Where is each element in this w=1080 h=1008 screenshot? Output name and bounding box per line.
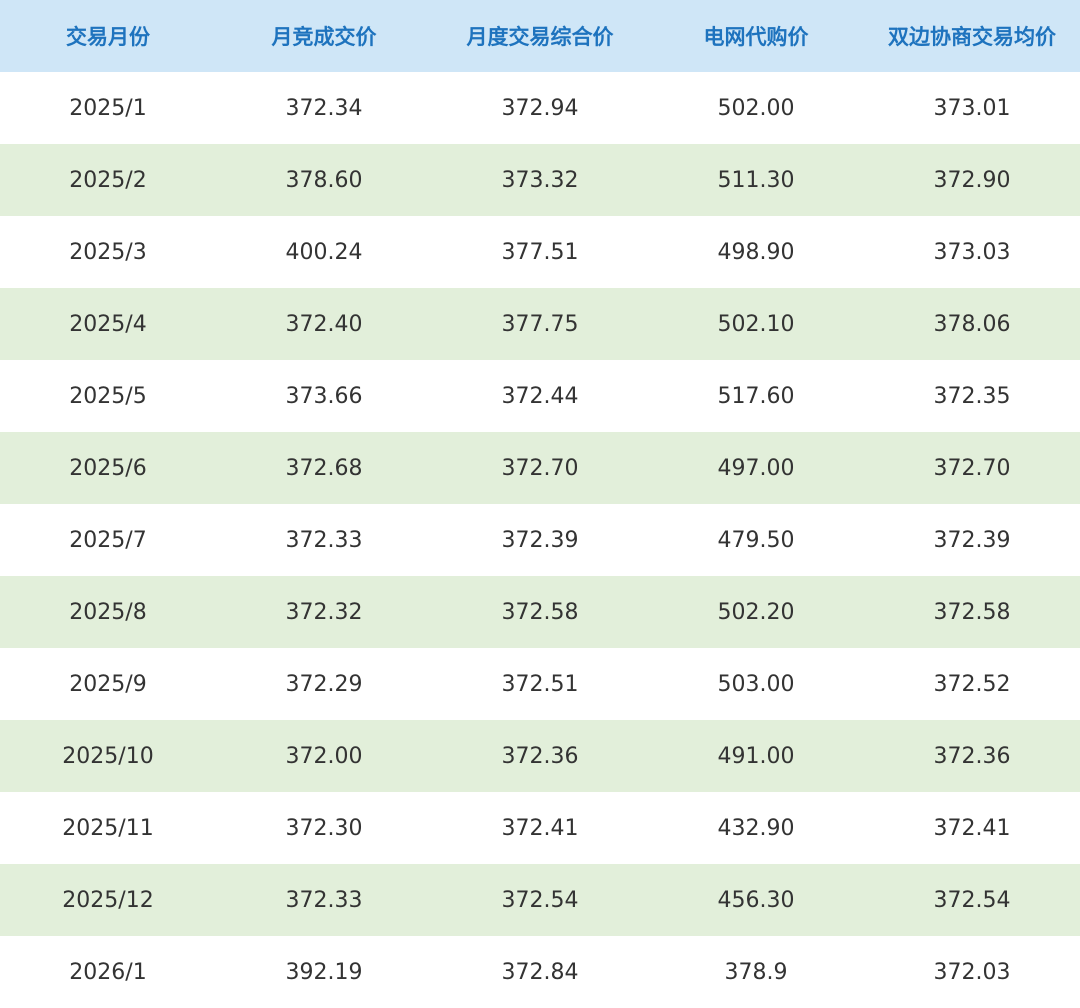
cell-monthly-composite-price: 372.36 bbox=[432, 720, 648, 792]
header-trade-month: 交易月份 bbox=[0, 0, 216, 72]
cell-monthly-bid-price: 392.19 bbox=[216, 936, 432, 1008]
table-row: 2025/7 372.33 372.39 479.50 372.39 bbox=[0, 504, 1080, 576]
cell-monthly-bid-price: 372.34 bbox=[216, 72, 432, 144]
table-row: 2025/9 372.29 372.51 503.00 372.52 bbox=[0, 648, 1080, 720]
cell-trade-month: 2026/1 bbox=[0, 936, 216, 1008]
table-body: 2025/1 372.34 372.94 502.00 373.01 2025/2 378.… bbox=[0, 72, 1080, 1008]
cell-monthly-bid-price: 372.32 bbox=[216, 576, 432, 648]
header-bilateral-avg-price: 双边协商交易均价 bbox=[864, 0, 1080, 72]
cell-grid-agent-price: 502.20 bbox=[648, 576, 864, 648]
header-grid-agent-price: 电网代购价 bbox=[648, 0, 864, 72]
cell-grid-agent-price: 497.00 bbox=[648, 432, 864, 504]
cell-monthly-composite-price: 372.51 bbox=[432, 648, 648, 720]
cell-monthly-bid-price: 372.00 bbox=[216, 720, 432, 792]
cell-grid-agent-price: 456.30 bbox=[648, 864, 864, 936]
cell-bilateral-avg-price: 372.90 bbox=[864, 144, 1080, 216]
cell-grid-agent-price: 491.00 bbox=[648, 720, 864, 792]
table-row: 2025/3 400.24 377.51 498.90 373.03 bbox=[0, 216, 1080, 288]
cell-trade-month: 2025/8 bbox=[0, 576, 216, 648]
table-row: 2025/1 372.34 372.94 502.00 373.01 bbox=[0, 72, 1080, 144]
cell-grid-agent-price: 517.60 bbox=[648, 360, 864, 432]
cell-monthly-bid-price: 372.29 bbox=[216, 648, 432, 720]
cell-trade-month: 2025/12 bbox=[0, 864, 216, 936]
cell-grid-agent-price: 432.90 bbox=[648, 792, 864, 864]
cell-trade-month: 2025/9 bbox=[0, 648, 216, 720]
cell-monthly-composite-price: 372.41 bbox=[432, 792, 648, 864]
cell-monthly-bid-price: 373.66 bbox=[216, 360, 432, 432]
cell-grid-agent-price: 498.90 bbox=[648, 216, 864, 288]
cell-trade-month: 2025/4 bbox=[0, 288, 216, 360]
table-row: 2025/4 372.40 377.75 502.10 378.06 bbox=[0, 288, 1080, 360]
table-row: 2025/12 372.33 372.54 456.30 372.54 bbox=[0, 864, 1080, 936]
header-monthly-composite-price: 月度交易综合价 bbox=[432, 0, 648, 72]
cell-trade-month: 2025/2 bbox=[0, 144, 216, 216]
cell-trade-month: 2025/5 bbox=[0, 360, 216, 432]
cell-bilateral-avg-price: 373.03 bbox=[864, 216, 1080, 288]
table-row: 2025/5 373.66 372.44 517.60 372.35 bbox=[0, 360, 1080, 432]
cell-trade-month: 2025/6 bbox=[0, 432, 216, 504]
cell-monthly-bid-price: 400.24 bbox=[216, 216, 432, 288]
cell-monthly-composite-price: 372.70 bbox=[432, 432, 648, 504]
table-header: 交易月份 月竞成交价 月度交易综合价 电网代购价 双边协商交易均价 bbox=[0, 0, 1080, 72]
table-row: 2025/8 372.32 372.58 502.20 372.58 bbox=[0, 576, 1080, 648]
cell-trade-month: 2025/1 bbox=[0, 72, 216, 144]
header-monthly-bid-price: 月竞成交价 bbox=[216, 0, 432, 72]
cell-monthly-bid-price: 372.33 bbox=[216, 864, 432, 936]
cell-trade-month: 2025/7 bbox=[0, 504, 216, 576]
cell-monthly-composite-price: 372.44 bbox=[432, 360, 648, 432]
cell-bilateral-avg-price: 372.36 bbox=[864, 720, 1080, 792]
cell-bilateral-avg-price: 373.01 bbox=[864, 72, 1080, 144]
cell-grid-agent-price: 502.10 bbox=[648, 288, 864, 360]
cell-monthly-bid-price: 372.30 bbox=[216, 792, 432, 864]
table-row: 2025/6 372.68 372.70 497.00 372.70 bbox=[0, 432, 1080, 504]
cell-monthly-composite-price: 372.84 bbox=[432, 936, 648, 1008]
table-row: 2026/1 392.19 372.84 378.9 372.03 bbox=[0, 936, 1080, 1008]
cell-trade-month: 2025/10 bbox=[0, 720, 216, 792]
table-row: 2025/10 372.00 372.36 491.00 372.36 bbox=[0, 720, 1080, 792]
cell-monthly-composite-price: 377.51 bbox=[432, 216, 648, 288]
cell-monthly-composite-price: 377.75 bbox=[432, 288, 648, 360]
cell-monthly-composite-price: 372.94 bbox=[432, 72, 648, 144]
cell-monthly-bid-price: 372.40 bbox=[216, 288, 432, 360]
cell-monthly-composite-price: 372.39 bbox=[432, 504, 648, 576]
cell-bilateral-avg-price: 372.54 bbox=[864, 864, 1080, 936]
cell-trade-month: 2025/3 bbox=[0, 216, 216, 288]
cell-monthly-bid-price: 378.60 bbox=[216, 144, 432, 216]
cell-grid-agent-price: 503.00 bbox=[648, 648, 864, 720]
cell-bilateral-avg-price: 372.52 bbox=[864, 648, 1080, 720]
cell-bilateral-avg-price: 372.41 bbox=[864, 792, 1080, 864]
cell-bilateral-avg-price: 372.39 bbox=[864, 504, 1080, 576]
cell-bilateral-avg-price: 372.03 bbox=[864, 936, 1080, 1008]
cell-grid-agent-price: 511.30 bbox=[648, 144, 864, 216]
cell-grid-agent-price: 502.00 bbox=[648, 72, 864, 144]
cell-monthly-bid-price: 372.33 bbox=[216, 504, 432, 576]
cell-trade-month: 2025/11 bbox=[0, 792, 216, 864]
cell-grid-agent-price: 479.50 bbox=[648, 504, 864, 576]
cell-monthly-composite-price: 373.32 bbox=[432, 144, 648, 216]
price-table: 交易月份 月竞成交价 月度交易综合价 电网代购价 双边协商交易均价 2025/1… bbox=[0, 0, 1080, 1008]
cell-grid-agent-price: 378.9 bbox=[648, 936, 864, 1008]
cell-bilateral-avg-price: 378.06 bbox=[864, 288, 1080, 360]
table-row: 2025/2 378.60 373.32 511.30 372.90 bbox=[0, 144, 1080, 216]
cell-bilateral-avg-price: 372.58 bbox=[864, 576, 1080, 648]
table-row: 2025/11 372.30 372.41 432.90 372.41 bbox=[0, 792, 1080, 864]
cell-bilateral-avg-price: 372.70 bbox=[864, 432, 1080, 504]
cell-monthly-composite-price: 372.54 bbox=[432, 864, 648, 936]
cell-monthly-bid-price: 372.68 bbox=[216, 432, 432, 504]
cell-bilateral-avg-price: 372.35 bbox=[864, 360, 1080, 432]
cell-monthly-composite-price: 372.58 bbox=[432, 576, 648, 648]
header-row: 交易月份 月竞成交价 月度交易综合价 电网代购价 双边协商交易均价 bbox=[0, 0, 1080, 72]
